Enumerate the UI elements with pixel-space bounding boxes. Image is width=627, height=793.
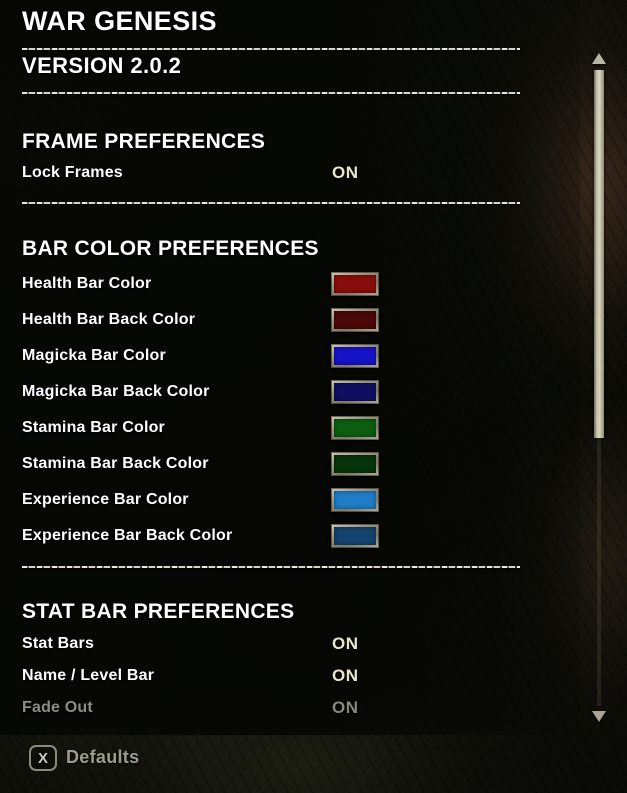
settings-row-health-bar-color[interactable]: Health Bar Color [22,271,532,297]
game-settings-screen: WAR GENESIS VERSION 2.0.2 FRAME PREFEREN… [0,0,627,793]
color-swatch-fill [334,347,376,365]
divider-under-title [22,48,520,50]
divider-under-frame-preferences [22,202,520,204]
color-swatch-stamina-bar-back[interactable] [331,452,379,476]
triangle-down-icon[interactable] [592,711,606,722]
settings-row-name-level-bar[interactable]: Name / Level Bar ON [22,663,532,689]
color-swatch-fill [334,455,376,473]
settings-row-label: Lock Frames [22,164,123,181]
settings-row-stat-bars[interactable]: Stat Bars ON [22,631,532,657]
settings-content: WAR GENESIS VERSION 2.0.2 FRAME PREFEREN… [0,0,627,793]
color-swatch-fill [334,527,376,545]
addon-version: VERSION 2.0.2 [22,53,182,78]
color-swatch-fill [334,311,376,329]
settings-row-label: Experience Bar Color [22,491,189,508]
settings-row-label: Stamina Bar Back Color [22,455,209,472]
color-swatch-magicka-bar-back[interactable] [331,380,379,404]
divider-under-version [22,92,520,94]
color-swatch-magicka-bar[interactable] [331,344,379,368]
section-heading-bar-color-preferences: BAR COLOR PREFERENCES [22,237,319,260]
footer-keybind-bar: X Defaults [0,735,627,793]
color-swatch-fill [334,383,376,401]
color-swatch-stamina-bar[interactable] [331,416,379,440]
settings-row-value-toggle[interactable]: ON [332,163,359,183]
settings-row-stamina-bar-color[interactable]: Stamina Bar Color [22,415,532,441]
settings-row-experience-bar-back-color[interactable]: Experience Bar Back Color [22,523,532,549]
color-swatch-health-bar-back[interactable] [331,308,379,332]
settings-row-value-toggle[interactable]: ON [332,634,359,654]
color-swatch-health-bar[interactable] [331,272,379,296]
divider-under-bar-color-preferences [22,566,520,568]
color-swatch-fill [334,275,376,293]
color-swatch-experience-bar-back[interactable] [331,524,379,548]
settings-row-health-bar-back-color[interactable]: Health Bar Back Color [22,307,532,333]
settings-row-stamina-bar-back-color[interactable]: Stamina Bar Back Color [22,451,532,477]
settings-row-label: Health Bar Back Color [22,311,196,328]
color-swatch-fill [334,491,376,509]
color-swatch-experience-bar[interactable] [331,488,379,512]
color-swatch-fill [334,419,376,437]
settings-row-label: Magicka Bar Back Color [22,383,210,400]
settings-row-value-toggle[interactable]: ON [332,698,359,718]
settings-row-magicka-bar-back-color[interactable]: Magicka Bar Back Color [22,379,532,405]
settings-row-value-toggle[interactable]: ON [332,666,359,686]
settings-row-label: Magicka Bar Color [22,347,166,364]
defaults-button-label[interactable]: Defaults [66,747,139,768]
settings-row-fade-out[interactable]: Fade Out ON [22,695,532,721]
scrollbar-thumb[interactable] [594,70,604,438]
settings-row-label: Experience Bar Back Color [22,527,233,544]
settings-row-experience-bar-color[interactable]: Experience Bar Color [22,487,532,513]
settings-row-label: Fade Out [22,699,93,716]
section-heading-stat-bar-preferences: STAT BAR PREFERENCES [22,600,295,623]
settings-row-label: Health Bar Color [22,275,152,292]
triangle-up-icon[interactable] [592,53,606,64]
settings-row-label: Stamina Bar Color [22,419,165,436]
addon-title: WAR GENESIS [22,6,217,36]
settings-row-label: Name / Level Bar [22,667,155,684]
settings-scrollbar[interactable] [589,48,609,730]
settings-row-label: Stat Bars [22,635,95,652]
settings-row-lock-frames[interactable]: Lock Frames ON [22,160,532,186]
keybind-x-button[interactable]: X [29,745,57,771]
section-heading-frame-preferences: FRAME PREFERENCES [22,130,266,153]
settings-row-magicka-bar-color[interactable]: Magicka Bar Color [22,343,532,369]
